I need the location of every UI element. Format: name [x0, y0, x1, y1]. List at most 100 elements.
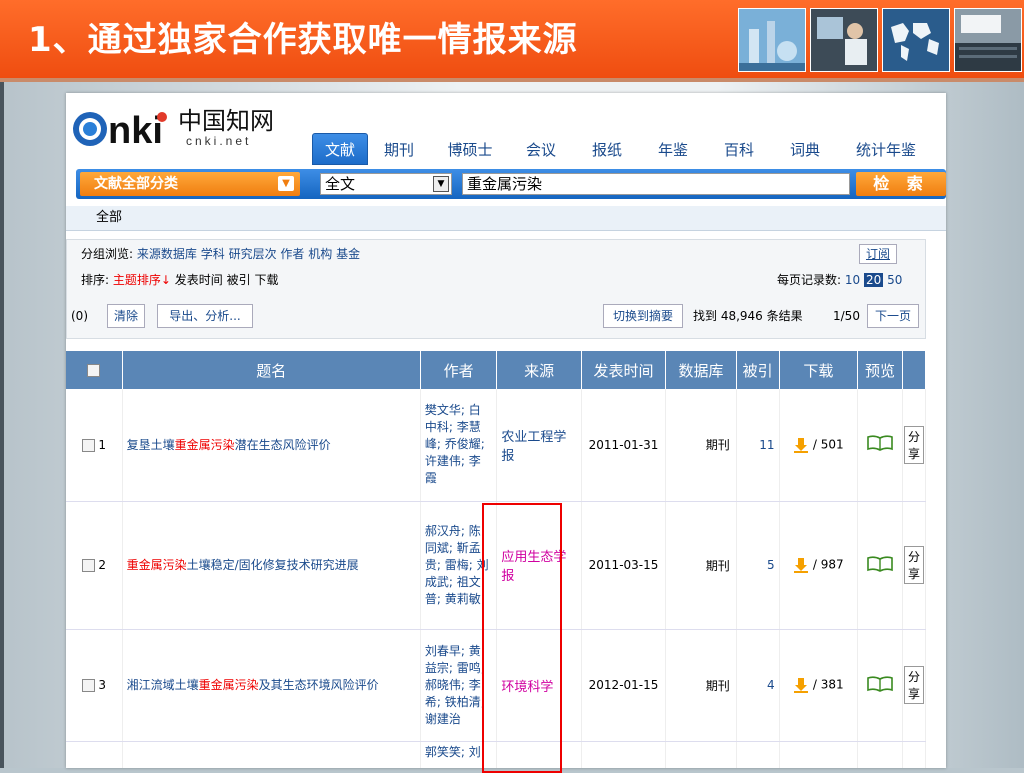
preview-book-icon[interactable] [867, 435, 893, 452]
sort-cited[interactable]: 被引 [227, 273, 251, 287]
tab-dictionary[interactable]: 词典 [780, 137, 830, 163]
sort-label: 排序: [81, 273, 110, 287]
sort-relevance[interactable]: 主题排序↓ [113, 273, 171, 287]
table-header-row: 题名 作者 来源 发表时间 数据库 被引 下载 预览 [66, 351, 927, 389]
result-download-cell [779, 741, 859, 768]
result-share-cell: 分享 [902, 629, 927, 742]
col-cited[interactable]: 被引 [736, 351, 780, 389]
lecture-hall-photo [954, 8, 1022, 72]
result-title[interactable] [122, 741, 421, 768]
result-database: 期刊 [665, 501, 737, 630]
tab-newspapers[interactable]: 报纸 [582, 137, 632, 163]
search-button[interactable]: 检 索 [856, 172, 946, 196]
clear-button[interactable]: 清除 [107, 304, 145, 328]
export-analyze-button[interactable]: 导出、分析... [157, 304, 253, 328]
col-date[interactable]: 发表时间 [581, 351, 667, 389]
svg-text:中国知网: 中国知网 [178, 107, 274, 135]
row-checkbox[interactable] [81, 679, 95, 692]
per-page-label: 每页记录数: [777, 273, 842, 287]
tab-journals[interactable]: 期刊 [374, 137, 424, 163]
category-select[interactable]: 文献全部分类 ▼ [80, 172, 300, 196]
col-author[interactable]: 作者 [420, 351, 498, 389]
result-authors[interactable]: 刘春早; 黄益宗; 雷鸣; 郝晓伟; 李希; 铁柏清; 谢建治 [420, 629, 498, 742]
tab-stat-yearbooks[interactable]: 统计年鉴 [846, 137, 926, 163]
field-select[interactable]: 全文 ▼ [320, 173, 452, 195]
table-row: 2 重金属污染土壤稳定/固化修复技术研究进展 郝汉舟; 陈同斌; 靳孟贵; 雷梅… [66, 501, 927, 630]
row-checkbox[interactable] [81, 438, 95, 452]
col-source[interactable]: 来源 [496, 351, 582, 389]
result-source[interactable]: 环境科学 [496, 629, 582, 742]
group-author[interactable]: 作者 [280, 247, 304, 261]
result-title[interactable]: 湘江流域土壤重金属污染及其生态环境风险评价 [122, 629, 421, 742]
sort-downloads[interactable]: 下载 [254, 273, 278, 287]
preview-book-icon[interactable] [867, 555, 893, 572]
tab-encyclopedia[interactable]: 百科 [714, 137, 764, 163]
search-input[interactable]: 重金属污染 [462, 173, 850, 195]
col-downloads[interactable]: 下载 [779, 351, 859, 389]
result-title[interactable]: 复垦土壤重金属污染潜在生态风险评价 [122, 389, 421, 502]
result-database: 期刊 [665, 629, 737, 742]
download-icon[interactable] [793, 557, 809, 573]
tab-theses[interactable]: 博硕士 [440, 137, 500, 163]
download-count: / 987 [812, 557, 844, 572]
per-page-50[interactable]: 50 [887, 273, 902, 287]
result-cited[interactable]: 5 [736, 501, 780, 630]
download-icon[interactable] [793, 677, 809, 693]
per-page-10[interactable]: 10 [845, 273, 860, 287]
page-indicator: 1/50 [833, 309, 860, 323]
title-text-rest: 土壤稳定/固化修复技术研究进展 [186, 558, 359, 572]
result-authors[interactable]: 郭笑笑; 刘 [420, 741, 498, 768]
result-date [581, 741, 667, 768]
select-all-checkbox[interactable] [87, 364, 101, 377]
share-button[interactable]: 分享 [903, 666, 924, 704]
scope-all[interactable]: 全部 [96, 206, 122, 230]
share-button[interactable]: 分享 [903, 546, 924, 584]
switch-abstract-button[interactable]: 切换到摘要 [603, 304, 683, 328]
group-source-db[interactable]: 来源数据库 [137, 247, 197, 261]
result-cited[interactable]: 11 [736, 389, 780, 502]
result-date: 2012-01-15 [581, 629, 667, 742]
sort-date[interactable]: 发表时间 [175, 273, 223, 287]
share-button[interactable]: 分享 [903, 425, 924, 464]
result-date: 2011-01-31 [581, 389, 667, 502]
title-text-rest: 及其生态环境风险评价 [258, 678, 379, 692]
col-database[interactable]: 数据库 [665, 351, 737, 389]
title-highlight: 重金属污染 [126, 558, 187, 572]
title-highlight: 重金属污染 [198, 678, 259, 692]
download-icon[interactable] [793, 437, 809, 453]
scope-row: 全部 [66, 206, 946, 231]
tab-conferences[interactable]: 会议 [516, 137, 566, 163]
dropdown-arrow-icon[interactable]: ▼ [433, 176, 449, 192]
cnki-logo: nki 中国知网 cnki.net [68, 99, 298, 155]
result-cited[interactable]: 4 [736, 629, 780, 742]
preview-book-icon[interactable] [867, 675, 893, 692]
result-source[interactable]: 应用生态学报 [496, 501, 582, 630]
cnki-screenshot: nki 中国知网 cnki.net 文献 期刊 博硕士 会议 报纸 年鉴 百科 … [66, 93, 946, 768]
row-select: 3 [66, 629, 123, 742]
download-count: / 381 [812, 677, 844, 692]
group-level[interactable]: 研究层次 [229, 247, 277, 261]
result-cited [736, 741, 780, 768]
tab-yearbooks[interactable]: 年鉴 [648, 137, 698, 163]
category-label: 文献全部分类 [94, 176, 178, 192]
table-row: 1 复垦土壤重金属污染潜在生态风险评价 樊文华; 白中科; 李慧峰; 乔俊耀; … [66, 389, 927, 502]
group-fund[interactable]: 基金 [336, 247, 360, 261]
slide-title: 1、通过独家合作获取唯一情报来源 [28, 20, 578, 60]
result-authors[interactable]: 郝汉舟; 陈同斌; 靳孟贵; 雷梅; 刘成武; 祖文普; 黄莉敏 [420, 501, 498, 630]
col-title[interactable]: 题名 [122, 351, 421, 389]
col-preview[interactable]: 预览 [857, 351, 903, 389]
group-institution[interactable]: 机构 [308, 247, 332, 261]
group-subject[interactable]: 学科 [201, 247, 225, 261]
result-source[interactable]: 农业工程学报 [496, 389, 582, 502]
subscribe-button[interactable]: 订阅 [859, 244, 897, 264]
per-page-20[interactable]: 20 [863, 273, 884, 287]
tab-literature[interactable]: 文献 [312, 133, 368, 165]
next-page-button[interactable]: 下一页 [867, 304, 919, 328]
result-title[interactable]: 重金属污染土壤稳定/固化修复技术研究进展 [122, 501, 421, 630]
chevron-down-icon[interactable]: ▼ [278, 176, 294, 191]
row-checkbox[interactable] [81, 559, 95, 572]
result-authors[interactable]: 樊文华; 白中科; 李慧峰; 乔俊耀; 许建伟; 李霞 [420, 389, 498, 502]
result-share-cell [902, 741, 927, 768]
row-number: 3 [98, 678, 107, 692]
lab-photo [738, 8, 806, 72]
